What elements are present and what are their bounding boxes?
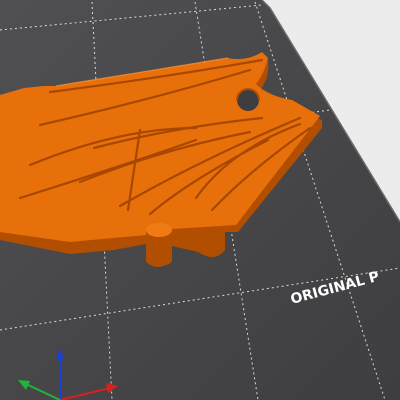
connector-peg [146, 223, 172, 266]
3d-viewport[interactable]: ORIGINAL P [0, 0, 400, 400]
viewport-canvas[interactable]: ORIGINAL P [0, 0, 400, 400]
